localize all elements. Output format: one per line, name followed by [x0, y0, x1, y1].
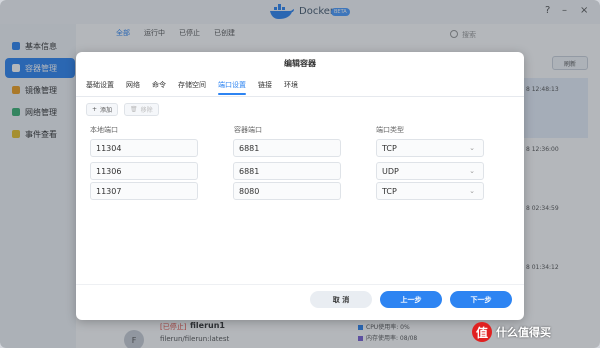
chevron-down-icon: ⌄ — [469, 144, 475, 152]
watermark-text: 什么值得买 — [496, 326, 551, 339]
dialog-title: 编辑容器 — [284, 59, 316, 68]
watermark: 值 什么值得买 — [472, 320, 596, 344]
watermark-logo: 值 — [472, 322, 492, 342]
remove-port-button[interactable]: 🗑 移除 — [124, 103, 159, 116]
next-step-button[interactable]: 下一步 — [450, 291, 512, 308]
add-port-button[interactable]: + 添加 — [86, 103, 119, 116]
tab-basic-settings[interactable]: 基础设置 — [86, 80, 114, 94]
plus-icon: + — [92, 106, 98, 113]
port-type-select[interactable]: TCP ⌄ — [376, 182, 484, 200]
container-port-field[interactable]: 6881 — [233, 139, 341, 157]
chevron-down-icon: ⌄ — [469, 167, 475, 175]
container-port-field[interactable]: 8080 — [233, 182, 341, 200]
dialog-tabs: 基础设置 网络 命令 存储空间 端口设置 链接 环境 — [86, 80, 310, 95]
port-type-select[interactable]: TCP ⌄ — [376, 139, 484, 157]
container-port-header: 容器端口 — [234, 126, 262, 134]
remove-port-label: 移除 — [140, 107, 153, 114]
local-port-field[interactable]: 11306 — [90, 162, 198, 180]
local-port-field[interactable]: 11307 — [90, 182, 198, 200]
docker-window: Docker BETA ? – × 基本信息 容器管理 镜像管理 网络管理 事件… — [0, 0, 600, 348]
previous-step-button[interactable]: 上一步 — [380, 291, 442, 308]
tab-command[interactable]: 命令 — [152, 80, 166, 94]
container-port-field[interactable]: 6881 — [233, 162, 341, 180]
port-type-value: TCP — [382, 186, 397, 196]
footer-divider — [76, 284, 524, 285]
port-type-value: UDP — [382, 166, 399, 176]
edit-container-dialog: 编辑容器 基础设置 网络 命令 存储空间 端口设置 链接 环境 + 添加 🗑 移… — [76, 52, 524, 320]
tab-storage[interactable]: 存储空间 — [178, 80, 206, 94]
chevron-down-icon: ⌄ — [469, 187, 475, 195]
add-port-label: 添加 — [100, 107, 113, 114]
cancel-button[interactable]: 取 消 — [310, 291, 372, 308]
local-port-header: 本地端口 — [90, 126, 118, 134]
tab-divider — [76, 96, 524, 97]
port-type-select[interactable]: UDP ⌄ — [376, 162, 484, 180]
trash-icon: 🗑 — [130, 106, 138, 113]
tab-environment[interactable]: 环境 — [284, 80, 298, 94]
tab-port-settings[interactable]: 端口设置 — [218, 80, 246, 95]
tab-links[interactable]: 链接 — [258, 80, 272, 94]
tab-network[interactable]: 网络 — [126, 80, 140, 94]
local-port-field[interactable]: 11304 — [90, 139, 198, 157]
port-type-header: 端口类型 — [376, 126, 404, 134]
port-type-value: TCP — [382, 143, 397, 153]
